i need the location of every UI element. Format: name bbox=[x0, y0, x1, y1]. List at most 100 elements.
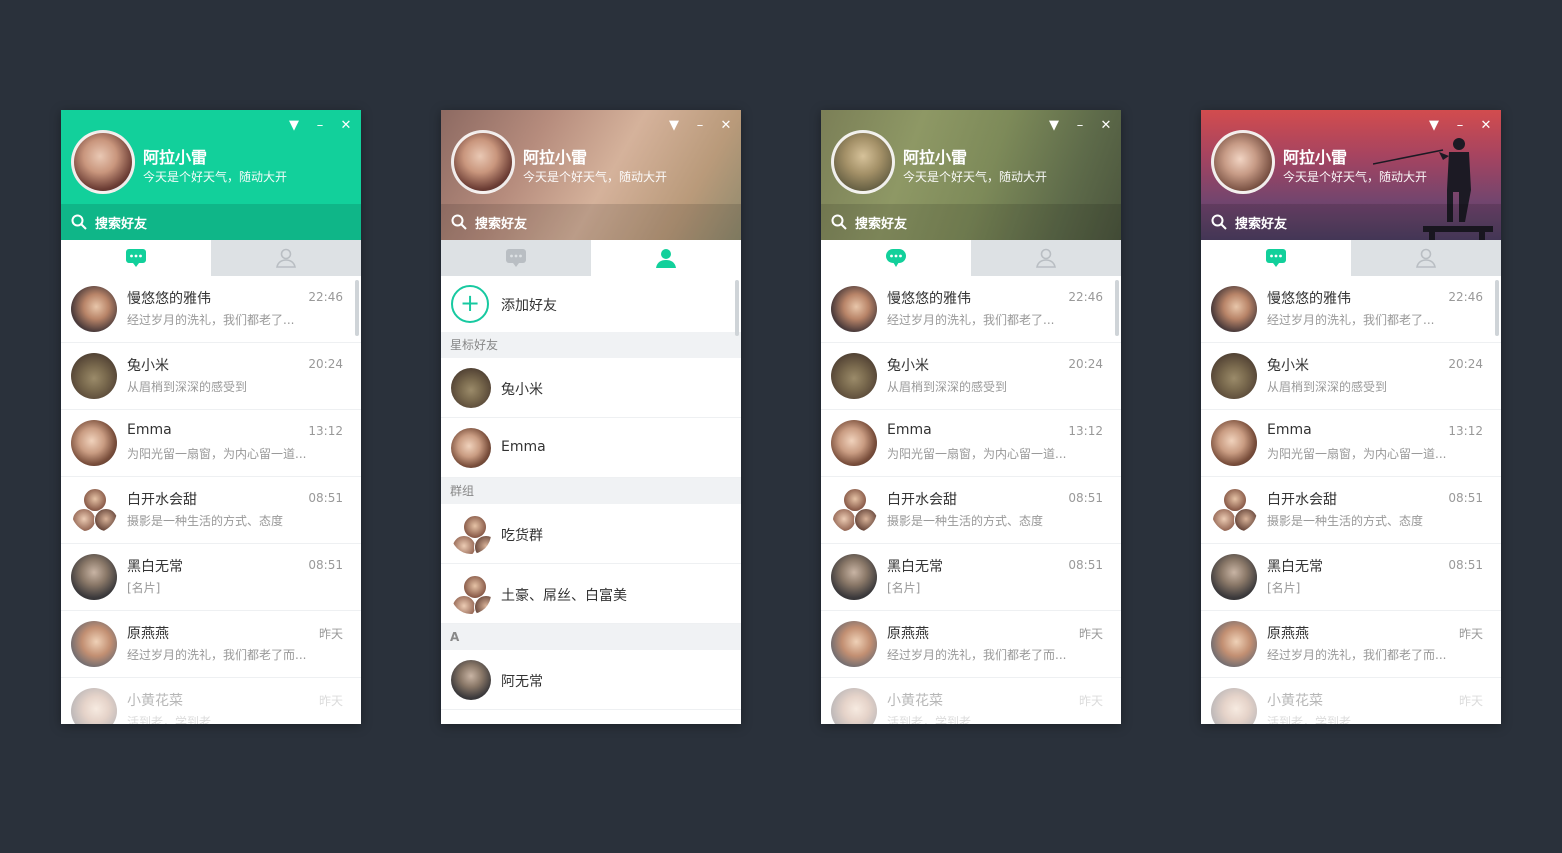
chat-time: 22:46 bbox=[1068, 290, 1103, 304]
minimize-icon[interactable]: – bbox=[1453, 118, 1467, 134]
chat-item[interactable]: 原燕燕 经过岁月的洗礼，我们都老了而... 昨天 bbox=[821, 611, 1121, 678]
tab-contacts[interactable] bbox=[971, 240, 1121, 276]
close-icon[interactable]: ✕ bbox=[339, 118, 353, 134]
chat-item[interactable]: 白开水会甜 摄影是一种生活的方式、态度 08:51 bbox=[821, 477, 1121, 544]
minimize-icon[interactable]: – bbox=[313, 118, 327, 134]
chat-name: 兔小米 bbox=[887, 358, 929, 374]
chat-name: 慢悠悠的雅伟 bbox=[1267, 291, 1351, 307]
search-friends-input[interactable]: 搜索好友 bbox=[441, 204, 741, 240]
chat-list[interactable]: 慢悠悠的雅伟 经过岁月的洗礼，我们都老了... 22:46 兔小米 从眉梢到深深的感受… bbox=[821, 276, 1121, 724]
chat-item[interactable]: Emma 为阳光留一扇窗，为内心留一道... 13:12 bbox=[821, 410, 1121, 477]
user-avatar[interactable] bbox=[71, 130, 135, 194]
contact-item[interactable]: 兔小米 bbox=[441, 358, 741, 418]
add-friend-label: 添加好友 bbox=[501, 298, 557, 314]
window-controls: ▼ – ✕ bbox=[667, 118, 733, 134]
group-avatar bbox=[1211, 487, 1257, 533]
contact-item[interactable]: 阿无常 bbox=[441, 650, 741, 710]
chat-item[interactable]: 原燕燕 经过岁月的洗礼，我们都老了而... 昨天 bbox=[1201, 611, 1501, 678]
avatar bbox=[1211, 353, 1257, 399]
chat-item[interactable]: 慢悠悠的雅伟 经过岁月的洗礼，我们都老了... 22:46 bbox=[61, 276, 361, 343]
chat-preview: 摄影是一种生活的方式、态度 bbox=[887, 514, 1044, 528]
close-icon[interactable]: ✕ bbox=[719, 118, 733, 134]
chat-item[interactable]: 黑白无常 [名片] 08:51 bbox=[821, 544, 1121, 611]
chat-time: 13:12 bbox=[1068, 424, 1103, 438]
tab-chats[interactable] bbox=[1201, 240, 1351, 276]
chat-preview: [名片] bbox=[127, 581, 161, 595]
close-icon[interactable]: ✕ bbox=[1479, 118, 1493, 134]
chat-item[interactable]: 兔小米 从眉梢到深深的感受到 20:24 bbox=[821, 343, 1121, 410]
dropdown-icon[interactable]: ▼ bbox=[1047, 118, 1061, 134]
section-letter-a: A bbox=[441, 624, 741, 650]
chat-item[interactable]: 慢悠悠的雅伟 经过岁月的洗礼，我们都老了... 22:46 bbox=[821, 276, 1121, 343]
chat-preview: [名片] bbox=[1267, 581, 1301, 595]
chat-item[interactable]: 兔小米 从眉梢到深深的感受到 20:24 bbox=[1201, 343, 1501, 410]
user-avatar[interactable] bbox=[831, 130, 895, 194]
chat-time: 08:51 bbox=[1448, 491, 1483, 505]
chat-time: 08:51 bbox=[308, 491, 343, 505]
minimize-icon[interactable]: – bbox=[1073, 118, 1087, 134]
chat-item[interactable]: 黑白无常 [名片] 08:51 bbox=[61, 544, 361, 611]
chat-time: 昨天 bbox=[1458, 627, 1483, 641]
chat-item[interactable]: Emma 为阳光留一扇窗，为内心留一道... 13:12 bbox=[1201, 410, 1501, 477]
chat-item[interactable]: 白开水会甜 摄影是一种生活的方式、态度 08:51 bbox=[61, 477, 361, 544]
chat-time: 昨天 bbox=[1078, 627, 1103, 641]
chat-item[interactable]: 小黄花菜 活到老，学到老 昨天 bbox=[61, 678, 361, 724]
chat-item[interactable]: 兔小米 从眉梢到深深的感受到 20:24 bbox=[61, 343, 361, 410]
chat-preview: 活到老，学到老 bbox=[1267, 715, 1352, 724]
tab-contacts[interactable] bbox=[211, 240, 361, 276]
search-icon bbox=[831, 214, 847, 230]
minimize-icon[interactable]: – bbox=[693, 118, 707, 134]
tab-chats[interactable] bbox=[441, 240, 591, 276]
contact-list[interactable]: + 添加好友 星标好友 兔小米 Emma 群组 吃货群 土豪、屌丝、白富美 A … bbox=[441, 276, 741, 724]
search-friends-input[interactable]: 搜索好友 bbox=[61, 204, 361, 240]
group-item[interactable]: 土豪、屌丝、白富美 bbox=[441, 564, 741, 624]
dropdown-icon[interactable]: ▼ bbox=[667, 118, 681, 134]
tab-chats[interactable] bbox=[821, 240, 971, 276]
tab-contacts[interactable] bbox=[1351, 240, 1501, 276]
chat-name: 小黄花菜 bbox=[1267, 693, 1323, 709]
dropdown-icon[interactable]: ▼ bbox=[287, 118, 301, 134]
avatar bbox=[1211, 554, 1257, 600]
group-item[interactable]: 吃货群 bbox=[441, 504, 741, 564]
chat-list[interactable]: 慢悠悠的雅伟 经过岁月的洗礼，我们都老了... 22:46 兔小米 从眉梢到深深的感受… bbox=[61, 276, 361, 724]
dropdown-icon[interactable]: ▼ bbox=[1427, 118, 1441, 134]
chat-item[interactable]: 慢悠悠的雅伟 经过岁月的洗礼，我们都老了... 22:46 bbox=[1201, 276, 1501, 343]
tab-chats[interactable] bbox=[61, 240, 211, 276]
chat-time: 昨天 bbox=[318, 627, 343, 641]
avatar bbox=[71, 554, 117, 600]
user-avatar[interactable] bbox=[1211, 130, 1275, 194]
chat-preview: 活到老，学到老 bbox=[127, 715, 212, 724]
chat-name: 白开水会甜 bbox=[1267, 492, 1337, 508]
user-name: 阿拉小雷 bbox=[1283, 148, 1348, 167]
chat-panel-olive: ▼ – ✕ 阿拉小雷 今天是个好天气，随动大开 搜索好友 慢悠悠的雅伟 经过岁月的… bbox=[821, 110, 1121, 724]
chat-list[interactable]: 慢悠悠的雅伟 经过岁月的洗礼，我们都老了... 22:46 兔小米 从眉梢到深深的感受… bbox=[1201, 276, 1501, 724]
chat-item[interactable]: 原燕燕 经过岁月的洗礼，我们都老了而... 昨天 bbox=[61, 611, 361, 678]
search-friends-input[interactable]: 搜索好友 bbox=[1201, 204, 1501, 240]
contact-item[interactable]: Emma bbox=[441, 418, 741, 478]
add-friend-button[interactable]: + 添加好友 bbox=[441, 276, 741, 332]
chat-panel-green: ▼ – ✕ 阿拉小雷 今天是个好天气，随动大开 搜索好友 慢悠悠的雅伟 经过岁月的… bbox=[61, 110, 361, 724]
tab-bar bbox=[441, 240, 741, 276]
chat-item[interactable]: 白开水会甜摄影是一种生活的方式、态度 08:51 bbox=[1201, 477, 1501, 544]
user-avatar[interactable] bbox=[451, 130, 515, 194]
tab-contacts[interactable] bbox=[591, 240, 741, 276]
chat-name: Emma bbox=[127, 422, 172, 438]
chat-item[interactable]: 小黄花菜 活到老，学到老 昨天 bbox=[821, 678, 1121, 724]
chat-item[interactable]: 小黄花菜 活到老，学到老 昨天 bbox=[1201, 678, 1501, 724]
avatar bbox=[71, 286, 117, 332]
chat-preview: 摄影是一种生活的方式、态度 bbox=[1267, 514, 1424, 528]
chat-item[interactable]: 黑白无常 [名片] 08:51 bbox=[1201, 544, 1501, 611]
chat-preview: 为阳光留一扇窗，为内心留一道... bbox=[127, 447, 307, 461]
chat-item[interactable]: Emma 为阳光留一扇窗，为内心留一道... 13:12 bbox=[61, 410, 361, 477]
avatar bbox=[451, 660, 491, 700]
search-icon bbox=[451, 214, 467, 230]
close-icon[interactable]: ✕ bbox=[1099, 118, 1113, 134]
chat-preview: 经过岁月的洗礼，我们都老了... bbox=[887, 313, 1055, 327]
tab-bar bbox=[61, 240, 361, 276]
chat-panel-sunset: ▼ – ✕ 阿拉小雷 今天是个好天气，随动大开 搜索好友 慢悠悠的雅伟 经过岁月的… bbox=[1201, 110, 1501, 724]
chat-preview: 为阳光留一扇窗，为内心留一道... bbox=[887, 447, 1067, 461]
group-name: 吃货群 bbox=[501, 528, 543, 544]
chat-time: 22:46 bbox=[1448, 290, 1483, 304]
search-friends-input[interactable]: 搜索好友 bbox=[821, 204, 1121, 240]
chat-name: 慢悠悠的雅伟 bbox=[127, 291, 211, 307]
